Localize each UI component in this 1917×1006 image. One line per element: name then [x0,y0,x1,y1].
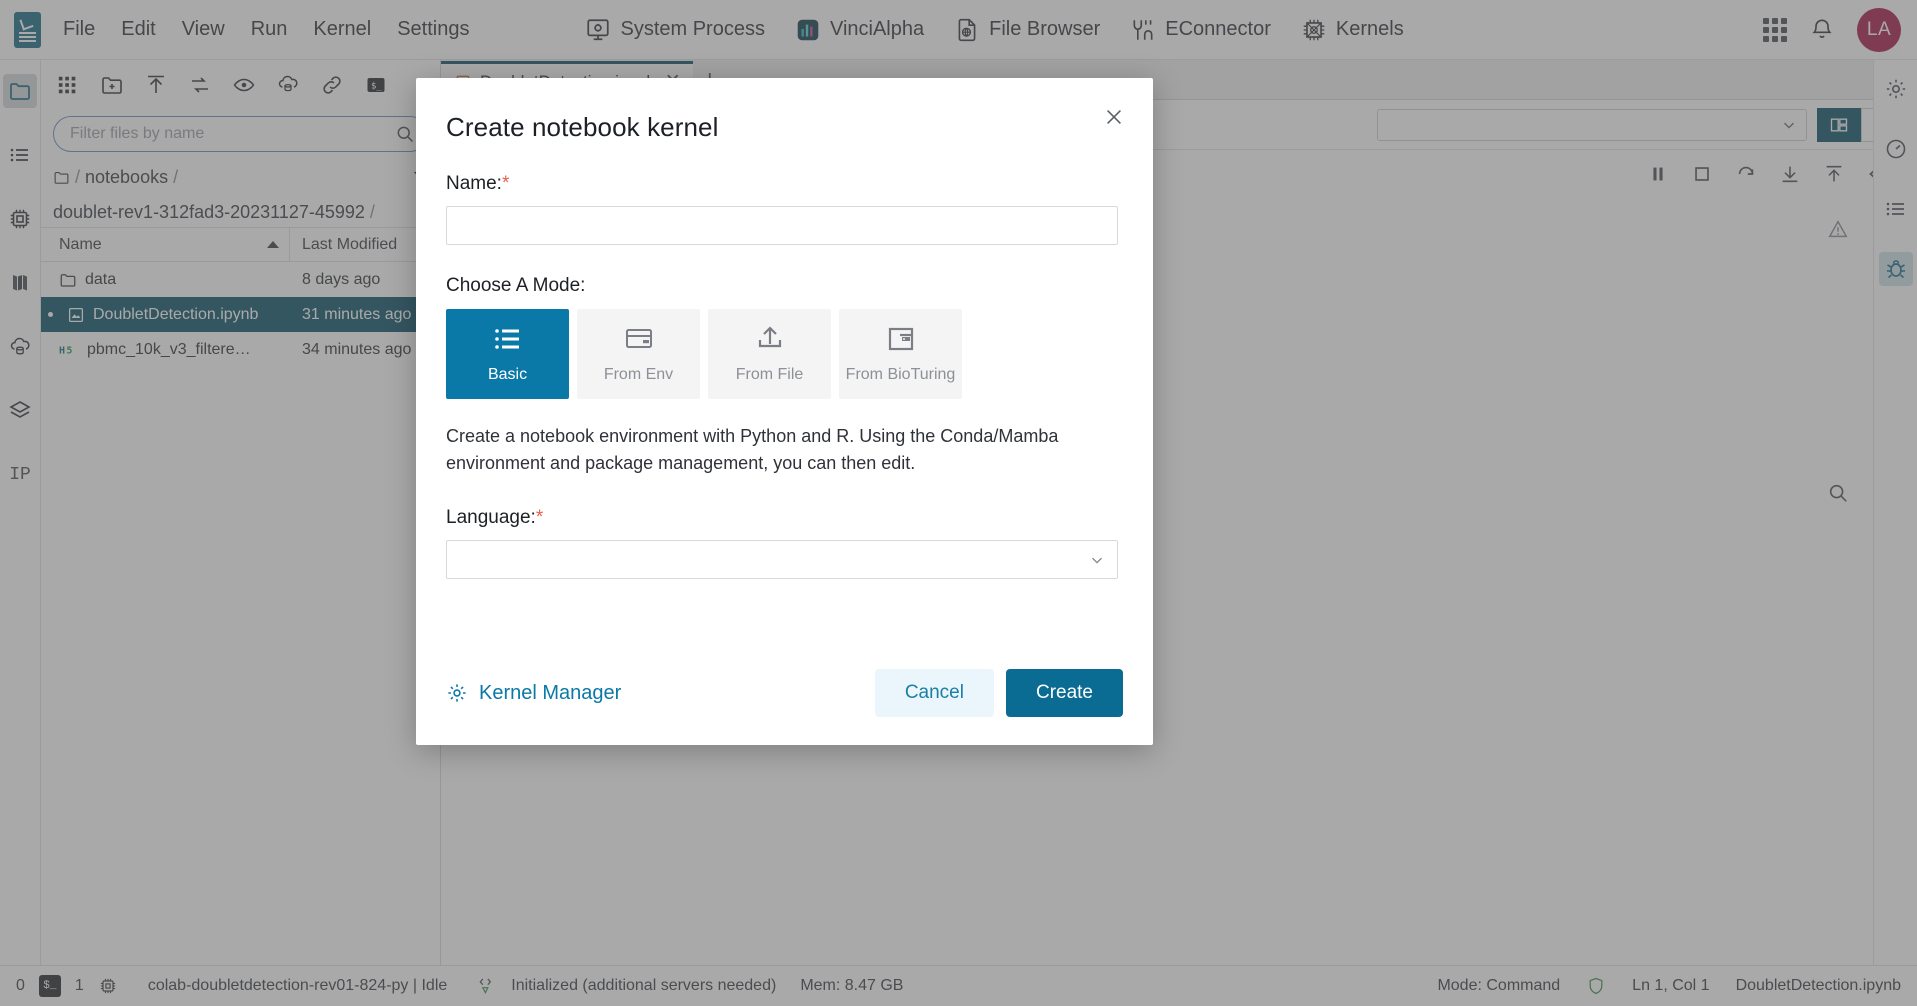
mode-label: From Env [603,366,674,383]
mode-label: Basic [487,366,528,383]
card-icon [624,324,654,354]
create-notebook-kernel-dialog: Create notebook kernel Name:* Choose A M… [416,78,1153,745]
kernel-manager-label: Kernel Manager [479,681,622,704]
cancel-button[interactable]: Cancel [874,669,994,717]
list-bullet-icon [493,324,523,354]
mode-from-file[interactable]: From File [708,309,831,399]
mode-from-env[interactable]: From Env [577,309,700,399]
chevron-down-icon [1092,557,1102,564]
required-asterisk: * [501,173,510,194]
mode-description: Create a notebook environment with Pytho… [446,426,1059,473]
dialog-title: Create notebook kernel [446,112,719,142]
name-label-text: Name: [446,173,502,194]
name-field-label: Name:* [446,173,1123,195]
gear-icon [448,684,466,702]
required-asterisk: * [535,507,544,528]
name-input[interactable] [446,206,1118,245]
kernel-manager-link[interactable]: Kernel Manager [446,682,621,705]
mode-selector: Basic From Env From File From BioTuring [446,309,1123,399]
mode-from-bioturing[interactable]: From BioTuring [839,309,962,399]
window-icon [887,324,915,354]
dialog-actions: Cancel Create [874,669,1123,717]
mode-section-label: Choose A Mode: [446,275,586,296]
language-label-text: Language: [446,507,536,528]
language-select[interactable] [446,540,1118,579]
mode-label: From File [735,366,804,383]
language-field-label: Language:* [446,507,1123,529]
upload-icon [755,324,785,354]
mode-label: From BioTuring [845,366,956,383]
create-button[interactable]: Create [1005,669,1123,717]
close-icon[interactable] [1099,102,1129,132]
dialog-footer: Kernel Manager Cancel Create [446,667,1123,719]
mode-basic[interactable]: Basic [446,309,569,399]
